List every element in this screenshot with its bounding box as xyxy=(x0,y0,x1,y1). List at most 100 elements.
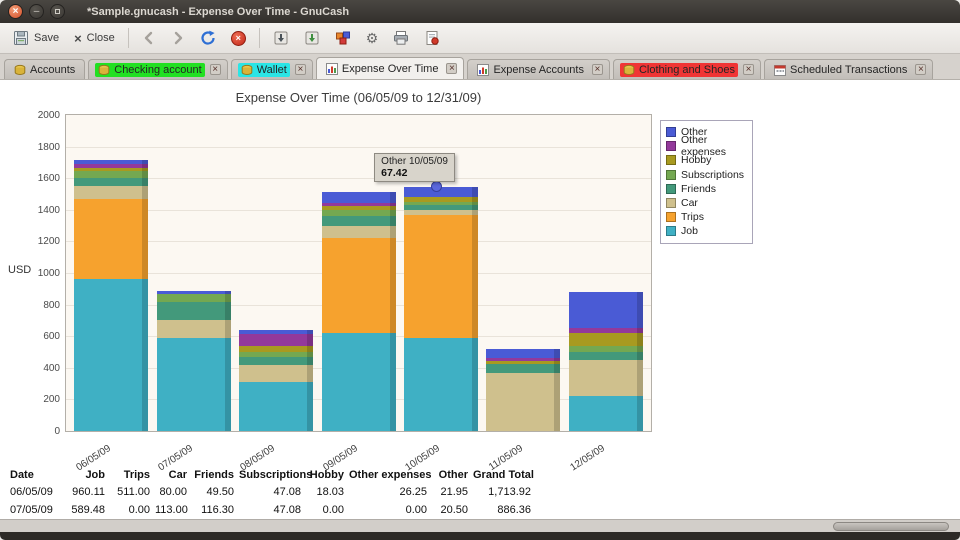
segment-car[interactable] xyxy=(404,210,478,215)
reload-button[interactable] xyxy=(193,25,223,51)
segment-job[interactable] xyxy=(569,396,643,431)
options-button[interactable]: ⚙ xyxy=(359,25,386,51)
segment-car[interactable] xyxy=(157,320,231,338)
segment-subscriptions[interactable] xyxy=(322,210,396,216)
table-header-cell: Friends xyxy=(192,469,234,481)
tab-scheduled-transactions[interactable]: Scheduled Transactions × xyxy=(764,59,933,79)
segment-subscriptions[interactable] xyxy=(239,352,313,357)
window-close-button[interactable]: × xyxy=(8,4,23,19)
tooltip-label: Other 10/05/09 xyxy=(381,156,448,167)
window-minimize-button[interactable]: – xyxy=(29,4,44,19)
segment-car[interactable] xyxy=(322,226,396,239)
segment-other[interactable] xyxy=(157,291,231,294)
bar-12-05-09 xyxy=(569,115,643,431)
legend-item-subscriptions: Subscriptions xyxy=(666,168,747,182)
stop-button[interactable]: × xyxy=(224,25,253,51)
segment-subscriptions[interactable] xyxy=(74,171,148,178)
tab-highlight: Scheduled Transactions xyxy=(771,63,910,77)
data-table: DateJobTripsCarFriendsSubscriptionsHobby… xyxy=(10,466,531,519)
y-tick-label: 200 xyxy=(18,394,60,405)
segment-subscriptions[interactable] xyxy=(404,202,478,205)
segment-friends[interactable] xyxy=(239,357,313,365)
report-icon xyxy=(477,64,489,76)
segment-friends[interactable] xyxy=(157,302,231,320)
print-icon xyxy=(393,30,409,46)
table-row: 06/05/09960.11511.0080.0049.5047.0818.03… xyxy=(10,484,531,502)
table-cell: 49.50 xyxy=(192,486,234,498)
tab-checking-account[interactable]: Checking account× xyxy=(88,59,227,79)
segment-hobby[interactable] xyxy=(404,197,478,202)
segment-friends[interactable] xyxy=(486,364,560,373)
segment-job[interactable] xyxy=(404,338,478,431)
segment-other-expenses[interactable] xyxy=(74,164,148,168)
segment-hobby[interactable] xyxy=(322,206,396,210)
tab-close-icon[interactable]: × xyxy=(446,63,457,74)
segment-hobby[interactable] xyxy=(486,361,560,364)
segment-trips[interactable] xyxy=(74,199,148,280)
tab-wallet[interactable]: Wallet× xyxy=(231,59,313,79)
segment-job[interactable] xyxy=(322,333,396,431)
segment-subscriptions[interactable] xyxy=(569,346,643,352)
segment-friends[interactable] xyxy=(322,216,396,225)
save-button[interactable]: Save xyxy=(6,25,66,51)
segment-friends[interactable] xyxy=(569,352,643,360)
y-tick-label: 1000 xyxy=(18,268,60,279)
print-button[interactable] xyxy=(386,25,416,51)
tab-close-icon[interactable]: × xyxy=(295,64,306,75)
segment-car[interactable] xyxy=(74,186,148,199)
segment-other[interactable] xyxy=(486,349,560,358)
tab-close-icon[interactable]: × xyxy=(915,64,926,75)
segment-other-expenses[interactable] xyxy=(239,334,313,347)
tab-expense-over-time[interactable]: Expense Over Time× xyxy=(316,57,465,79)
segment-hobby[interactable] xyxy=(239,346,313,352)
scrollbar-thumb[interactable] xyxy=(833,522,949,531)
tab-close-icon[interactable]: × xyxy=(210,64,221,75)
segment-other[interactable] xyxy=(74,160,148,163)
segment-hobby[interactable] xyxy=(569,333,643,346)
segment-job[interactable] xyxy=(74,279,148,431)
close-report-button[interactable]: × Close xyxy=(67,25,122,51)
forward-button[interactable] xyxy=(164,25,192,51)
segment-friends[interactable] xyxy=(74,178,148,186)
table-header-cell: Other xyxy=(432,469,468,481)
segment-hobby[interactable] xyxy=(74,168,148,171)
legend-swatch xyxy=(666,141,676,151)
tab-accounts[interactable]: Accounts xyxy=(4,59,85,79)
tab-expense-accounts[interactable]: Expense Accounts× xyxy=(467,59,610,79)
segment-job[interactable] xyxy=(157,338,231,431)
segment-car[interactable] xyxy=(486,373,560,431)
legend-swatch xyxy=(666,127,676,137)
tab-close-icon[interactable]: × xyxy=(592,64,603,75)
segment-trips[interactable] xyxy=(404,215,478,338)
window-maximize-button[interactable] xyxy=(50,4,65,19)
table-cell: 116.30 xyxy=(192,504,234,516)
tab-clothing-and-shoes[interactable]: Clothing and Shoes× xyxy=(613,59,761,79)
segment-trips[interactable] xyxy=(322,238,396,333)
segment-car[interactable] xyxy=(569,360,643,396)
segment-job[interactable] xyxy=(239,382,313,431)
segment-other[interactable] xyxy=(322,192,396,203)
report-options-button[interactable] xyxy=(328,25,358,51)
account-icon xyxy=(623,64,635,76)
table-header-cell: Grand Total xyxy=(473,469,531,481)
bar-06-05-09 xyxy=(74,115,148,431)
segment-other[interactable] xyxy=(569,292,643,328)
legend-label: Job xyxy=(681,225,698,237)
segment-other-expenses[interactable] xyxy=(569,328,643,333)
segment-friends[interactable] xyxy=(404,205,478,210)
tab-bar: AccountsChecking account×Wallet×Expense … xyxy=(0,54,960,80)
y-tick-label: 1800 xyxy=(18,142,60,153)
segment-other[interactable] xyxy=(239,330,313,334)
horizontal-scrollbar[interactable] xyxy=(0,519,960,532)
account-icon xyxy=(241,64,253,76)
segment-other-expenses[interactable] xyxy=(486,358,560,361)
tab-close-icon[interactable]: × xyxy=(743,64,754,75)
back-button[interactable] xyxy=(135,25,163,51)
export-pdf-button[interactable] xyxy=(417,25,447,51)
save-report-button[interactable] xyxy=(297,25,327,51)
segment-other-expenses[interactable] xyxy=(322,203,396,206)
segment-car[interactable] xyxy=(239,365,313,382)
report-icon xyxy=(326,63,338,75)
segment-subscriptions[interactable] xyxy=(157,294,231,301)
export-button[interactable] xyxy=(266,25,296,51)
